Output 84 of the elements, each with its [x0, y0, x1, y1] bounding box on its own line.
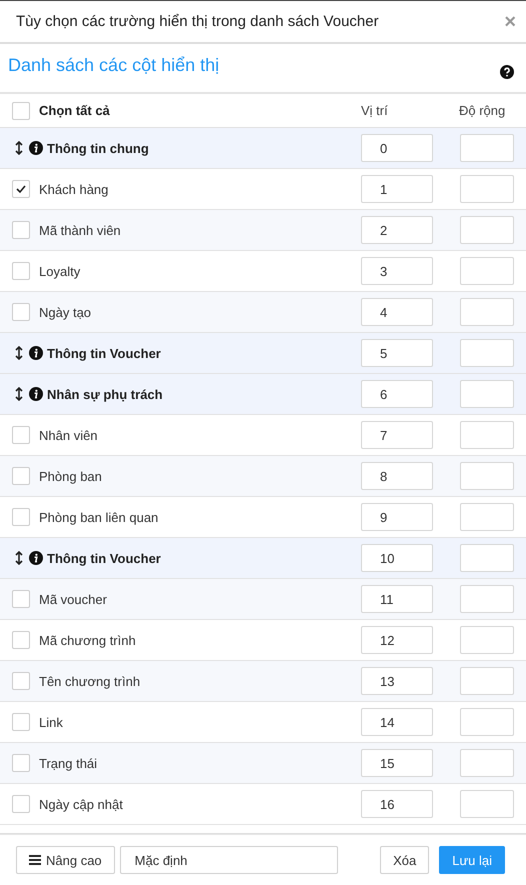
- column-header: Vị trí: [361, 103, 388, 118]
- field-label: Mã thành viên: [39, 222, 121, 238]
- select-all-checkbox[interactable]: [12, 102, 30, 120]
- field-label: Mã chương trình: [39, 632, 136, 648]
- row-checkbox[interactable]: [12, 795, 30, 813]
- row-checkbox[interactable]: [12, 590, 30, 608]
- field-label: Phòng ban liên quan: [39, 510, 158, 524]
- help-icon[interactable]: [500, 65, 514, 79]
- width-input[interactable]: [460, 544, 514, 572]
- width-input[interactable]: [460, 503, 514, 531]
- width-input[interactable]: [460, 708, 514, 736]
- width-input[interactable]: [460, 462, 514, 490]
- width-input[interactable]: [460, 216, 514, 244]
- dialog-title: Tùy chọn các trường hiển thị trong danh sách Voucher: [16, 13, 380, 30]
- position-input[interactable]: 15: [361, 749, 433, 777]
- field-label: Trạng thái: [39, 756, 98, 770]
- sort-icon[interactable]: [15, 551, 23, 565]
- width-input[interactable]: [460, 134, 514, 162]
- row-checkbox[interactable]: [12, 426, 30, 444]
- column-header: Độ rộng: [459, 103, 506, 118]
- position-input[interactable]: 2: [361, 216, 433, 244]
- menu-icon: [29, 855, 41, 865]
- group-label: Thông tin chung: [47, 140, 149, 156]
- row-checkbox[interactable]: [12, 262, 30, 280]
- position-input[interactable]: 14: [361, 708, 433, 736]
- row-checkbox[interactable]: [12, 303, 30, 321]
- row-checkbox[interactable]: [12, 508, 30, 526]
- select-all-label: Chọn tất cả: [39, 103, 110, 118]
- position-input[interactable]: 1: [361, 175, 433, 203]
- position-input[interactable]: 5: [361, 339, 433, 367]
- position-input[interactable]: 8: [361, 462, 433, 490]
- field-label: Loyalty: [39, 264, 80, 278]
- row-checkbox[interactable]: [12, 467, 30, 485]
- group-label: Thông tin Voucher: [47, 550, 161, 566]
- position-input[interactable]: 13: [361, 667, 433, 695]
- check-icon: [15, 183, 27, 195]
- row-checkbox[interactable]: [12, 221, 30, 239]
- width-input[interactable]: [460, 790, 514, 818]
- width-input[interactable]: [460, 421, 514, 449]
- width-input[interactable]: [460, 380, 514, 408]
- info-icon: [29, 551, 43, 565]
- section-title: Danh sách các cột hiển thị: [8, 55, 220, 76]
- position-input[interactable]: 7: [361, 421, 433, 449]
- position-input[interactable]: 12: [361, 626, 433, 654]
- position-input[interactable]: 11: [361, 585, 433, 613]
- width-input[interactable]: [460, 667, 514, 695]
- row-checkbox[interactable]: [12, 672, 30, 690]
- position-input[interactable]: 0: [361, 134, 433, 162]
- sort-icon[interactable]: [15, 141, 23, 155]
- row-checkbox[interactable]: [12, 713, 30, 731]
- row-checkbox[interactable]: [12, 754, 30, 772]
- width-input[interactable]: [460, 749, 514, 777]
- width-input[interactable]: [460, 585, 514, 613]
- field-label: Mã voucher: [39, 592, 107, 606]
- row-checkbox[interactable]: [12, 180, 30, 198]
- info-icon: [29, 387, 43, 401]
- position-input[interactable]: 4: [361, 298, 433, 326]
- delete-button[interactable]: Xóa: [380, 846, 430, 874]
- field-label: Phòng ban: [39, 468, 102, 484]
- width-input[interactable]: [460, 298, 514, 326]
- group-label: Nhân sự phụ trách: [47, 386, 163, 402]
- field-label: Link: [39, 714, 63, 730]
- width-input[interactable]: [460, 175, 514, 203]
- field-label: Nhân viên: [39, 428, 98, 442]
- field-label: Khách hàng: [39, 182, 108, 196]
- width-input[interactable]: [460, 339, 514, 367]
- preset-field[interactable]: Mặc định: [120, 846, 338, 874]
- width-input[interactable]: [460, 626, 514, 654]
- width-input[interactable]: [460, 257, 514, 285]
- field-label: Tên chương trình: [39, 674, 140, 688]
- sort-icon[interactable]: [15, 387, 23, 401]
- position-input[interactable]: 3: [361, 257, 433, 285]
- field-label: Ngày tạo: [39, 304, 92, 320]
- position-input[interactable]: 16: [361, 790, 433, 818]
- info-icon: [29, 141, 43, 155]
- advanced-button[interactable]: Nâng cao: [16, 846, 115, 874]
- group-label: Thông tin Voucher: [47, 346, 161, 360]
- row-checkbox[interactable]: [12, 631, 30, 649]
- position-input[interactable]: 6: [361, 380, 433, 408]
- sort-icon[interactable]: [15, 346, 23, 360]
- info-icon: [29, 346, 43, 360]
- field-label: Ngày cập nhật: [39, 796, 123, 812]
- position-input[interactable]: 10: [361, 544, 433, 572]
- position-input[interactable]: 9: [361, 503, 433, 531]
